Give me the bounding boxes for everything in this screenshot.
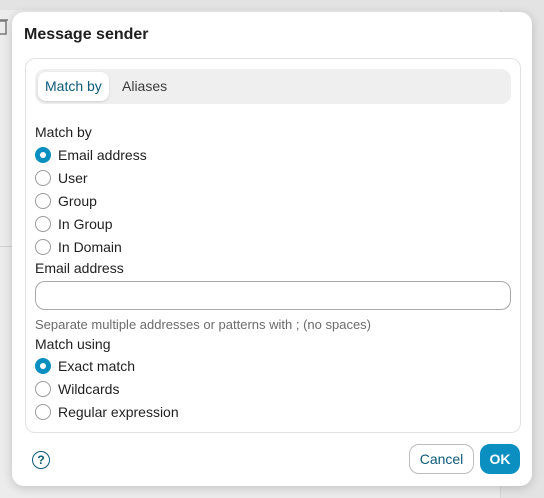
radio-user[interactable]: User [35, 169, 88, 187]
radio-label: Wildcards [58, 381, 120, 397]
dialog-title: Message sender [24, 26, 149, 43]
match-by-label: Match by [35, 124, 92, 140]
radio-in-domain[interactable]: In Domain [35, 238, 122, 256]
radio-button[interactable] [35, 404, 51, 420]
radio-label: Exact match [58, 358, 136, 374]
radio-wildcards[interactable]: Wildcards [35, 380, 119, 398]
radio-label: Email address [58, 147, 147, 163]
match-using-label: Match using [35, 336, 111, 352]
radio-group[interactable]: Group [35, 192, 97, 210]
tab-bar: Match by Aliases [35, 69, 511, 104]
trash-icon [0, 16, 8, 36]
radio-email-address[interactable]: Email address [35, 146, 147, 164]
email-address-input[interactable] [35, 281, 511, 310]
content-card: Match by Aliases Match by Email address … [25, 58, 521, 433]
radio-label: In Group [58, 216, 113, 232]
email-address-label: Email address [35, 260, 124, 276]
radio-button[interactable] [35, 239, 51, 255]
radio-label: In Domain [58, 239, 122, 255]
tab-aliases[interactable]: Aliases [115, 72, 174, 101]
radio-button[interactable] [35, 358, 51, 374]
message-sender-dialog: Message sender Match by Aliases Match by… [12, 12, 532, 486]
email-address-hint: Separate multiple addresses or patterns … [35, 317, 372, 332]
question-circle-icon[interactable]: ? [32, 451, 50, 469]
tab-match-by[interactable]: Match by [38, 72, 109, 101]
radio-button[interactable] [35, 147, 51, 163]
radio-in-group[interactable]: In Group [35, 215, 112, 233]
radio-label: Regular expression [58, 404, 179, 420]
radio-button[interactable] [35, 170, 51, 186]
radio-exact-match[interactable]: Exact match [35, 357, 135, 375]
ok-button[interactable]: OK [480, 444, 520, 474]
radio-label: User [58, 170, 88, 186]
radio-label: Group [58, 193, 97, 209]
radio-button[interactable] [35, 193, 51, 209]
cancel-button[interactable]: Cancel [409, 444, 474, 474]
radio-button[interactable] [35, 381, 51, 397]
radio-button[interactable] [35, 216, 51, 232]
radio-regular-expression[interactable]: Regular expression [35, 403, 179, 421]
